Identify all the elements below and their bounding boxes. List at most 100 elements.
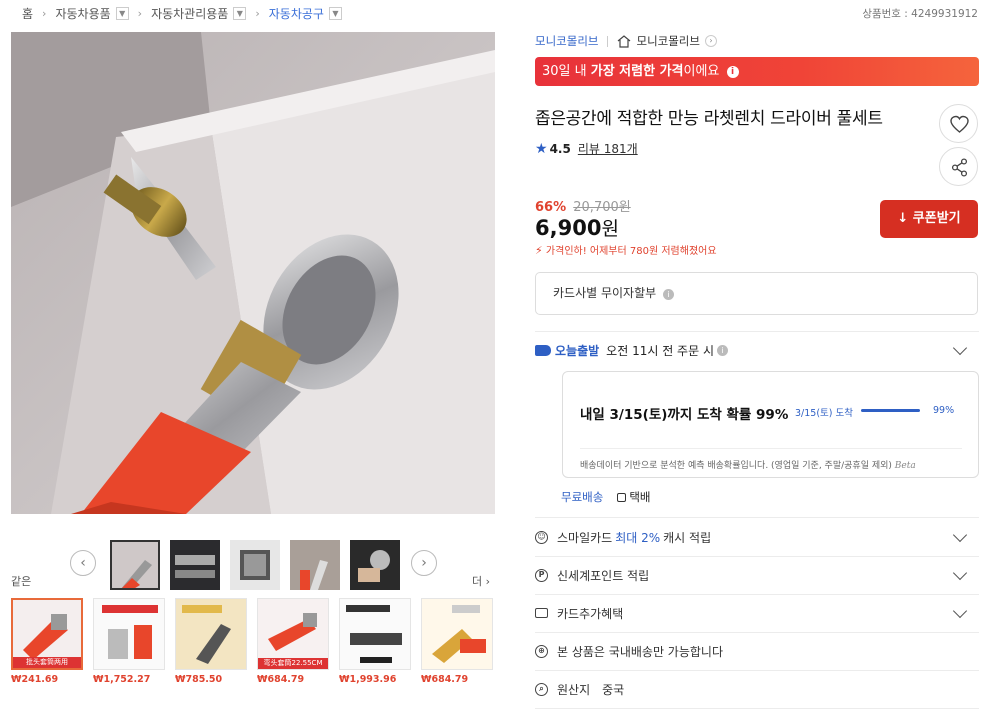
similar-product-6[interactable]: ₩684.79 xyxy=(421,598,493,685)
reviews-link[interactable]: 리뷰 181개 xyxy=(578,140,638,157)
similar-product-3[interactable]: ₩785.50 xyxy=(175,598,247,685)
point-icon: P xyxy=(535,568,548,582)
shipping-row[interactable]: 오늘출발 오전 11시 전 주문 시 i xyxy=(535,340,979,359)
store-name-link[interactable]: 모니코몰리브 xyxy=(535,33,598,49)
arrival-headline: 내일 3/15(토)까지 도착 확률 99% xyxy=(580,407,789,423)
chevron-down-icon[interactable] xyxy=(952,603,968,619)
ssg-point-label: 신세계포인트 적립 xyxy=(557,568,650,583)
installment-box[interactable]: 카드사별 무이자할부 i xyxy=(535,272,978,315)
store-row: 모니코몰리브 모니코몰리브 › xyxy=(535,33,717,49)
card-icon xyxy=(535,608,548,618)
price-drop-note: ⚡ 가격인하! 어제부터 780원 저렴해졌어요 xyxy=(535,242,717,257)
chevron-down-icon[interactable]: ▼ xyxy=(233,6,247,20)
sale-price-unit: 원 xyxy=(601,218,619,240)
thumbnail-2[interactable] xyxy=(170,540,220,590)
beta-label: Beta xyxy=(894,461,916,471)
arrival-date: 3/15(토) 도착 xyxy=(795,408,853,419)
thumbnail-prev-button[interactable]: ‹ xyxy=(70,550,96,576)
discount-row: 66% 20,700원 xyxy=(535,196,631,215)
breadcrumb-level3[interactable]: 자동차공구 xyxy=(269,5,324,22)
product-number: 상품번호 : 4249931912 xyxy=(862,8,978,20)
similar-product-image xyxy=(175,598,247,670)
store-home-label: 모니코몰리브 xyxy=(636,34,700,48)
lowest-price-banner: 30일 내 가장 저렴한 가격이에요 i xyxy=(535,57,979,86)
coupon-button[interactable]: ↓ 쿠폰받기 xyxy=(880,200,978,238)
smile-card-row[interactable]: ☺ 스마일카드 최대 2% 캐시 적립 xyxy=(535,518,979,556)
breadcrumb-level2[interactable]: 자동차관리용품 xyxy=(151,5,228,22)
similar-product-4[interactable]: 弯头套筒22.55CM ₩684.79 xyxy=(257,598,329,685)
domestic-shipping-row: ⊕ 본 상품은 국내배송만 가능합니다 xyxy=(535,632,979,670)
banner-bold: 가장 저렴한 가격 xyxy=(590,64,684,79)
wishlist-button[interactable] xyxy=(939,104,978,143)
discount-rate: 66% xyxy=(535,200,567,215)
similar-product-1[interactable]: 批头套筒两用 ₩241.69 xyxy=(11,598,83,685)
chevron-right-icon: › xyxy=(704,35,717,47)
chevron-down-icon[interactable] xyxy=(952,565,968,581)
card-benefit-label: 카드추가혜택 xyxy=(557,606,624,621)
share-button[interactable] xyxy=(939,147,978,186)
main-product-image xyxy=(11,32,495,514)
similar-products-more-link[interactable]: 더 › xyxy=(472,573,490,589)
info-icon[interactable]: i xyxy=(726,66,739,78)
similar-products: 批头套筒两用 ₩241.69 ₩1,752.27 ₩785.50 弯头套筒22.… xyxy=(11,598,495,688)
info-icon[interactable]: i xyxy=(663,289,675,300)
courier-label: 택배 xyxy=(629,490,651,504)
installment-label: 카드사별 무이자할부 xyxy=(553,286,657,300)
thumbnail-4[interactable] xyxy=(290,540,340,590)
today-shipping-text: 오늘출발 xyxy=(555,344,600,358)
chevron-down-icon[interactable] xyxy=(952,340,968,356)
chevron-down-icon[interactable]: ▼ xyxy=(115,6,129,20)
info-icon[interactable]: i xyxy=(716,345,728,356)
arrival-probability-bar xyxy=(861,409,920,412)
divider xyxy=(535,331,979,332)
breadcrumb: 홈 › 자동차용품 ▼ › 자동차관리용품 ▼ › 자동차공구 ▼ xyxy=(22,3,342,23)
domestic-shipping-label: 본 상품은 국내배송만 가능합니다 xyxy=(557,644,724,659)
heart-icon xyxy=(950,115,969,133)
box-icon xyxy=(617,492,627,502)
similar-product-image xyxy=(421,598,493,670)
smile-card-suffix: 캐시 적립 xyxy=(663,530,712,545)
arrival-note: 배송데이터 기반으로 분석한 예측 배송확률입니다. (영업일 기준, 주말/공… xyxy=(580,458,916,471)
card-benefit-row[interactable]: 카드추가혜택 xyxy=(535,594,979,632)
thumbnail-next-button[interactable]: › xyxy=(411,550,437,576)
smile-icon: ☺ xyxy=(535,530,548,544)
ratchet-wrench-illustration xyxy=(11,32,495,514)
thumbnail-3[interactable] xyxy=(230,540,280,590)
search-icon: ⌕ xyxy=(535,682,548,696)
thumbnail-5[interactable] xyxy=(350,540,400,590)
similar-product-price: ₩785.50 xyxy=(175,674,223,685)
breadcrumb-home[interactable]: 홈 xyxy=(22,5,33,22)
store-home-link[interactable]: 모니코몰리브 › xyxy=(617,33,717,49)
truck-icon xyxy=(535,345,551,356)
arrival-probability-box: 내일 3/15(토)까지 도착 확률 99% 3/15(토) 도착 99% 배송… xyxy=(562,371,979,478)
star-icon: ★ xyxy=(535,140,548,157)
similar-product-5[interactable]: ₩1,993.96 xyxy=(339,598,411,685)
chevron-down-icon[interactable]: ▼ xyxy=(328,6,342,20)
price-drop-text: 가격인하! 어제부터 780원 저렴해졌어요 xyxy=(545,246,717,257)
similar-product-band: 批头套筒两用 xyxy=(13,657,81,668)
breadcrumb-separator-icon: › xyxy=(42,6,47,20)
price-drop-icon: ⚡ xyxy=(535,244,543,257)
chevron-down-icon[interactable] xyxy=(952,527,968,543)
ssg-point-row[interactable]: P 신세계포인트 적립 xyxy=(535,556,979,594)
divider xyxy=(607,35,609,47)
delivery-type-row: 무료배송 택배 xyxy=(561,489,651,505)
arrival-note-text: 배송데이터 기반으로 분석한 예측 배송확률입니다. (영업일 기준, 주말/공… xyxy=(580,461,892,471)
similar-product-price: ₩684.79 xyxy=(421,674,469,685)
breadcrumb-level1[interactable]: 자동차용품 xyxy=(55,5,110,22)
shipping-cutoff: 오전 11시 전 주문 시 xyxy=(606,344,714,358)
similar-product-price: ₩241.69 xyxy=(11,674,59,685)
share-icon xyxy=(951,158,968,177)
thumbnail-1[interactable] xyxy=(110,540,160,590)
origin-value: 중국 xyxy=(602,682,625,697)
sale-price: 6,900원 xyxy=(535,214,619,241)
breadcrumb-separator-icon: › xyxy=(255,6,260,20)
similar-product-2[interactable]: ₩1,752.27 xyxy=(93,598,165,685)
free-shipping: 무료배송 xyxy=(561,490,604,504)
sale-price-value: 6,900 xyxy=(535,216,602,240)
rating-row: ★ 4.5 리뷰 181개 xyxy=(535,140,638,157)
similar-product-image xyxy=(93,598,165,670)
rating-score: 4.5 xyxy=(549,141,571,156)
similar-product-image: 批头套筒两用 xyxy=(11,598,83,670)
banner-prefix: 30일 내 xyxy=(542,64,591,79)
